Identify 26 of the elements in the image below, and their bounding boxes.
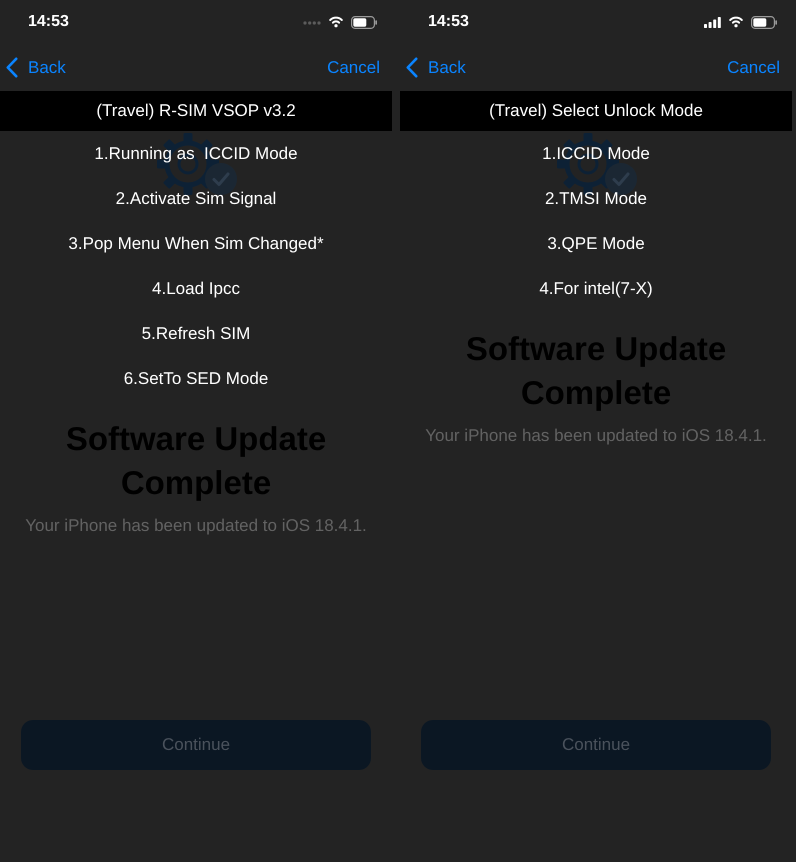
status-time: 14:53 [28,13,69,31]
menu-item[interactable]: 2.TMSI Mode [544,188,648,209]
chevron-left-icon [6,57,18,78]
back-button[interactable]: Back [6,56,66,78]
chevron-left-icon [406,57,418,78]
menu-item[interactable]: 3.Pop Menu When Sim Changed* [68,233,324,254]
menu-item[interactable]: 4.Load Ipcc [152,278,240,299]
menu-item[interactable]: 6.SetTo SED Mode [124,368,268,389]
wifi-icon [728,16,744,28]
menu-item[interactable]: 3.QPE Mode [547,233,645,254]
battery-icon [351,16,377,28]
menu-title: (Travel) Select Unlock Mode [400,91,792,131]
menu-item[interactable]: 2.Activate Sim Signal [116,188,276,209]
cancel-button[interactable]: Cancel [727,56,780,78]
update-message: Your iPhone has been updated to iOS 18.4.1. [425,425,767,447]
status-time: 14:53 [428,13,469,31]
back-button[interactable]: Back [406,56,466,78]
wifi-icon [328,16,344,28]
battery-icon [751,16,777,28]
menu-item[interactable]: 1.ICCID Mode [542,143,650,164]
update-message: Your iPhone has been updated to iOS 18.4.1. [25,515,367,537]
menu-item[interactable]: 4.For intel(7-X) [539,278,653,299]
menu-item[interactable]: 1.Running as ICCID Mode [94,143,298,164]
cancel-button[interactable]: Cancel [327,56,380,78]
menu-title: (Travel) R-SIM VSOP v3.2 [0,91,392,131]
menu-item[interactable]: 5.Refresh SIM [142,323,250,344]
